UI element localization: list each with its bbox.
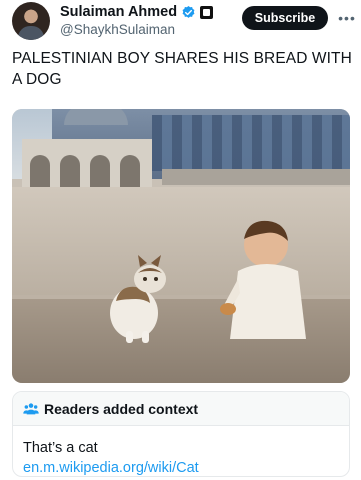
affiliation-badge-icon xyxy=(200,5,214,19)
media-boy xyxy=(220,220,306,339)
subscribe-button[interactable]: Subscribe xyxy=(242,6,328,30)
author-handle[interactable]: @ShaykhSulaiman xyxy=(60,22,175,37)
media-dome xyxy=(64,109,128,125)
tweet-header: Sulaiman Ahmed @ShaykhSulaiman Subscribe… xyxy=(0,0,361,44)
context-title: Readers added context xyxy=(44,401,199,417)
media-wall xyxy=(162,169,350,185)
media-cat xyxy=(110,255,166,343)
tweet-text: PALESTINIAN BOY SHARES HIS BREAD WITH A … xyxy=(12,50,352,88)
context-body-text: That’s a cat xyxy=(23,440,98,456)
verified-badge-icon xyxy=(182,5,195,18)
context-header: Readers added context xyxy=(13,392,349,426)
tweet-media-image[interactable] xyxy=(12,109,350,383)
author-name-row: Sulaiman Ahmed xyxy=(60,4,214,20)
readers-people-icon xyxy=(23,403,39,415)
media-tiles xyxy=(152,115,350,171)
context-source-link[interactable]: en.m.wikipedia.org/wiki/Cat xyxy=(23,460,199,476)
author-avatar[interactable] xyxy=(12,2,50,40)
author-display-name[interactable]: Sulaiman Ahmed xyxy=(60,4,177,20)
more-dots-icon[interactable]: ••• xyxy=(337,6,357,30)
readers-context-card: Readers added context That’s a cat en.m.… xyxy=(12,391,350,477)
